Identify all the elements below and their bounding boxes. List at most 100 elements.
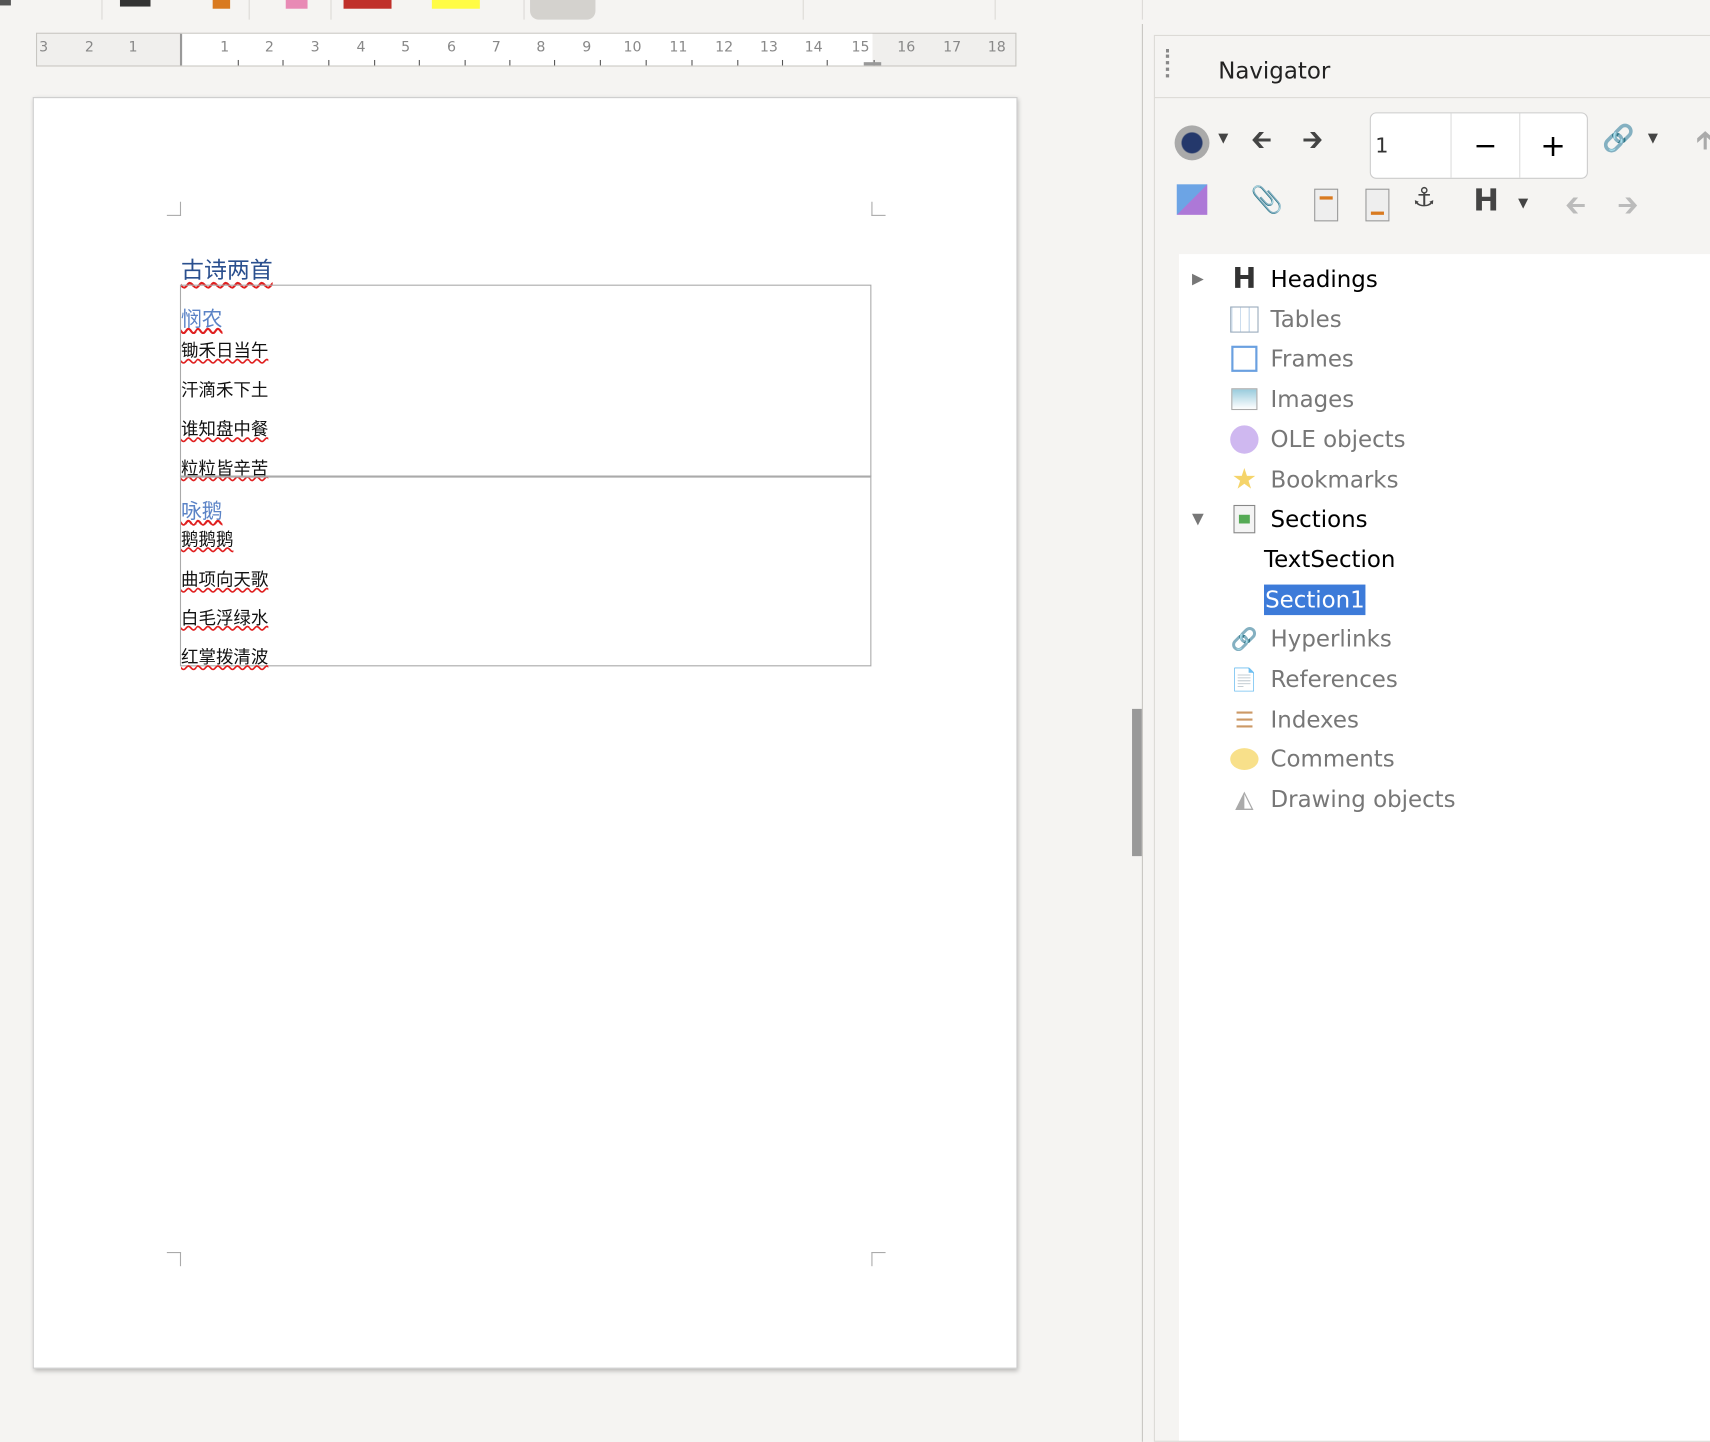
ole-object-icon: [1230, 425, 1259, 454]
tree-item-sections[interactable]: ▼ Sections: [1179, 501, 1710, 538]
ruler-tick: [691, 59, 693, 66]
reference-icon: 📄: [1230, 666, 1258, 693]
ruler-tick: [237, 59, 239, 66]
left-indent-marker[interactable]: [172, 33, 190, 66]
chevron-down-icon[interactable]: ▼: [1518, 195, 1528, 210]
ruler-tick: [737, 59, 739, 66]
tree-item-label: Headings: [1270, 266, 1378, 293]
decrement-button[interactable]: −: [1450, 113, 1521, 178]
ruler-label: 3: [39, 39, 49, 56]
ruler-tick: [282, 59, 284, 66]
tree-item-headings[interactable]: ▶ H Headings: [1179, 261, 1710, 298]
previous-arrow-icon[interactable]: 🡰: [1251, 121, 1272, 166]
ruler-label: 16: [897, 39, 916, 56]
paperclip-icon[interactable]: 📎: [1251, 184, 1284, 215]
tree-item-label: Section1: [1264, 584, 1366, 615]
navigator-title: Navigator: [1218, 57, 1331, 84]
promote-demote-icon[interactable]: [1176, 184, 1208, 215]
section-heading: 咏鹅: [181, 499, 223, 524]
ruler-tick: [464, 59, 466, 66]
hyperlink-icon: 🔗: [1230, 626, 1258, 653]
tree-item-textsection[interactable]: TextSection: [1179, 541, 1710, 578]
horizontal-ruler[interactable]: 3 2 1 1 2 3 4 5 6 7 8 9 10 11 12 13 14 15 16 17 18: [35, 32, 1017, 67]
tree-item-label: Tables: [1270, 306, 1342, 333]
poem-line: 白毛浮绿水: [181, 607, 269, 629]
tree-item-label: Hyperlinks: [1270, 626, 1392, 653]
ruler-tick: [781, 59, 784, 66]
navigator-panel: Navigator ▼ 🡰 🡲 1 − + 🔗 ▼ 🡱 📎 ⚓ H ▼ 🡰 🡲: [1141, 23, 1710, 1442]
eraser-icon[interactable]: [285, 0, 308, 9]
tree-item-drawing-objects[interactable]: ◭ Drawing objects: [1179, 781, 1710, 818]
heading-icon: H: [1232, 262, 1257, 296]
frame-icon: [1230, 345, 1258, 373]
red-color-button[interactable]: [343, 0, 392, 9]
poem-line: 锄禾日当午: [181, 340, 269, 361]
table-icon: [1230, 305, 1259, 333]
tree-item-frames[interactable]: Frames: [1179, 341, 1710, 378]
section1[interactable]: 咏鹅 鹅鹅鹅 曲项向天歌 白毛浮绿水 红掌拨清波: [179, 475, 872, 667]
ruler-label: 3: [310, 39, 320, 56]
ruler-tick: [826, 59, 828, 66]
right-indent-marker[interactable]: [863, 47, 882, 66]
chevron-down-icon[interactable]: ▼: [1648, 130, 1658, 145]
ruler-label: 7: [491, 39, 501, 56]
navigator-tree[interactable]: ▶ H Headings Tables Frames Images OLE objects ★…: [1178, 254, 1710, 1441]
toolbar-fragment: [0, 0, 11, 6]
heading-level-icon[interactable]: H: [1473, 182, 1499, 218]
image-icon: [1230, 385, 1258, 413]
highlight-icon[interactable]: [212, 0, 231, 9]
ruler-tick: [645, 59, 647, 66]
tree-item-indexes[interactable]: ☰ Indexes: [1179, 701, 1710, 738]
footer-icon[interactable]: [1365, 188, 1390, 222]
yellow-color-button[interactable]: [431, 0, 480, 9]
document-page[interactable]: 古诗两首 悯农 锄禾日当午 汗滴禾下土 谁知盘中餐 粒粒皆辛苦 咏鹅 鹅鹅鹅 曲…: [32, 97, 1018, 1369]
expanded-arrow-icon[interactable]: ▼: [1192, 511, 1204, 528]
demote-chapter-icon[interactable]: 🡲: [1617, 186, 1638, 231]
ruler-label: 9: [582, 39, 592, 56]
poem-line: 鹅鹅鹅: [181, 528, 234, 550]
tree-item-label: References: [1270, 666, 1398, 693]
ruler-tick: [554, 59, 556, 66]
anchor-icon[interactable]: ⚓: [1412, 182, 1435, 213]
ruler-label: 1: [128, 39, 138, 56]
tree-item-label: Comments: [1270, 746, 1395, 773]
tree-item-hyperlinks[interactable]: 🔗 Hyperlinks: [1179, 621, 1710, 658]
collapsed-arrow-icon[interactable]: ▶: [1192, 270, 1204, 287]
tree-item-bookmarks[interactable]: ★ Bookmarks: [1179, 461, 1710, 498]
up-arrow-icon[interactable]: 🡱: [1696, 121, 1710, 166]
page-number-input[interactable]: 1: [1375, 113, 1388, 177]
ruler-tick: [328, 59, 330, 66]
text-section[interactable]: 悯农 锄禾日当午 汗滴禾下土 谁知盘中餐 粒粒皆辛苦: [179, 284, 872, 479]
bookmark-star-icon: ★: [1231, 462, 1258, 496]
tree-item-label: Frames: [1270, 346, 1354, 373]
ruler-tick: [418, 59, 420, 66]
tree-item-comments[interactable]: Comments: [1179, 741, 1710, 778]
tree-item-tables[interactable]: Tables: [1179, 301, 1710, 338]
document-title: 古诗两首: [181, 257, 273, 284]
font-color-icon[interactable]: [119, 0, 151, 7]
tree-item-section1[interactable]: Section1: [1179, 581, 1710, 618]
hyperlink-drag-mode-icon[interactable]: 🔗: [1602, 123, 1635, 154]
next-arrow-icon[interactable]: 🡲: [1302, 121, 1323, 166]
ruler-label: 2: [264, 39, 274, 56]
tree-item-images[interactable]: Images: [1179, 381, 1710, 418]
toolbar-button[interactable]: [530, 0, 596, 20]
tree-item-label: Images: [1270, 386, 1355, 413]
increment-button[interactable]: +: [1519, 113, 1587, 177]
tree-item-label: Drawing objects: [1270, 786, 1456, 813]
header-icon[interactable]: [1314, 188, 1339, 222]
drag-handle-icon[interactable]: [1165, 49, 1173, 78]
tree-item-references[interactable]: 📄 References: [1179, 661, 1710, 698]
comment-icon: [1230, 745, 1259, 773]
index-icon: ☰: [1234, 706, 1255, 733]
page-number-spinner[interactable]: 1 − +: [1369, 112, 1588, 179]
navigation-compass-button[interactable]: [1174, 125, 1210, 161]
ruler-label: 6: [446, 39, 457, 56]
tree-item-ole-objects[interactable]: OLE objects: [1179, 421, 1710, 458]
tree-item-label: Bookmarks: [1270, 466, 1399, 493]
chevron-down-icon[interactable]: ▼: [1218, 130, 1228, 145]
promote-chapter-icon[interactable]: 🡰: [1565, 186, 1586, 231]
tree-item-label: Sections: [1270, 506, 1368, 533]
ruler-label: 2: [84, 39, 94, 56]
ruler-label: 14: [804, 39, 823, 56]
